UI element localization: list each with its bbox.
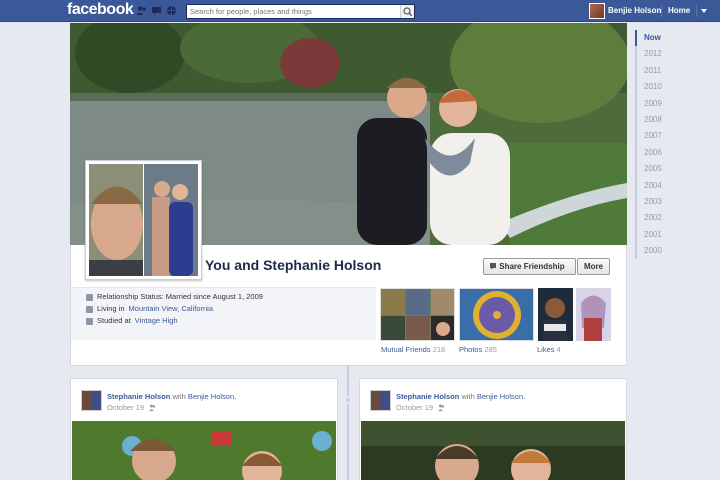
friend-requests-icon[interactable] [136, 5, 147, 16]
relationship-status: Relationship Status: Married since Augus… [97, 292, 263, 301]
timeline-year-nav: Now 2012 2011 2010 2009 2008 2007 2006 2… [635, 30, 675, 260]
profile-tiles [380, 288, 611, 341]
post-photo[interactable] [361, 421, 625, 480]
post-author-avatar[interactable] [370, 390, 391, 411]
post-author-link[interactable]: Stephanie Holson [396, 392, 459, 401]
notification-jewels [136, 5, 177, 16]
relationship-row: Relationship Status: Married since Augus… [86, 291, 376, 303]
post-header: Stephanie Holson with Benjie Holson. [396, 392, 525, 401]
year-item[interactable]: 2010 [637, 79, 675, 95]
profile-picture-left [89, 164, 143, 276]
home-link[interactable]: Home [668, 6, 690, 15]
year-item[interactable]: 2007 [637, 128, 675, 144]
likes-count: 4 [556, 345, 561, 354]
photos-label-row: Photos 285 [459, 345, 497, 354]
photos-tile[interactable] [459, 288, 534, 341]
account-menu-chevron-icon[interactable] [701, 9, 707, 13]
year-item[interactable]: 2002 [637, 210, 675, 226]
audience-friends-icon[interactable] [149, 404, 156, 411]
like-thumb-2 [575, 288, 612, 341]
year-item[interactable]: 2003 [637, 194, 675, 210]
post-with-text: with [461, 392, 475, 401]
facebook-logo[interactable]: facebook [67, 1, 134, 19]
mutual-friends-tile[interactable] [380, 288, 455, 341]
post-header: Stephanie Holson with Benjie Holson. [107, 392, 236, 401]
photos-link[interactable]: Photos [459, 345, 482, 354]
timeline-dot [344, 396, 352, 404]
search-box [186, 4, 415, 19]
divider [696, 5, 697, 17]
house-icon [86, 305, 93, 313]
living-prefix: Living in [97, 304, 125, 313]
studied-prefix: Studied at [97, 316, 131, 325]
likes-link[interactable]: Likes [537, 345, 555, 354]
user-name-link[interactable]: Benjie Holson [608, 6, 661, 15]
post-with-text: with [172, 392, 186, 401]
timeline-post: Stephanie Holson with Benjie Holson. Oct… [359, 378, 627, 480]
post-tagged-link[interactable]: Benjie Holson. [477, 392, 525, 401]
share-icon [490, 263, 496, 270]
mutual-friends-label-row: Mutual Friends 218 [381, 345, 445, 354]
page-title: You and Stephanie Holson [205, 257, 382, 273]
timeline-post: Stephanie Holson with Benjie Holson. Oct… [70, 378, 338, 480]
divider [661, 5, 662, 17]
year-item[interactable]: 2008 [637, 112, 675, 128]
audience-friends-icon[interactable] [438, 404, 445, 411]
top-bar: facebook Benjie Holson Home [0, 0, 720, 22]
year-item[interactable]: 2009 [637, 96, 675, 112]
graduation-cap-icon [86, 317, 93, 325]
year-item[interactable]: 2000 [637, 243, 675, 259]
mutual-friends-link[interactable]: Mutual Friends [381, 345, 431, 354]
post-tagged-link[interactable]: Benjie Holson. [188, 392, 236, 401]
timeline-spine [347, 366, 349, 480]
messages-icon[interactable] [151, 5, 162, 16]
year-item[interactable]: 2011 [637, 63, 675, 79]
post-date-row: October 19 [396, 403, 445, 412]
search-input[interactable] [187, 5, 399, 18]
photos-count: 285 [484, 345, 497, 354]
search-button[interactable] [400, 5, 414, 18]
post-author-avatar[interactable] [81, 390, 102, 411]
about-section: Relationship Status: Married since Augus… [71, 287, 376, 340]
likes-tile[interactable] [538, 288, 611, 341]
post-date[interactable]: October 19 [396, 403, 433, 412]
share-friendship-button[interactable]: Share Friendship [483, 258, 576, 275]
year-item-now[interactable]: Now [635, 30, 675, 47]
post-photo[interactable] [72, 421, 336, 480]
year-item[interactable]: 2012 [637, 46, 675, 62]
year-item[interactable]: 2004 [637, 178, 675, 194]
location-link[interactable]: Mountain View, California [129, 303, 214, 315]
more-button[interactable]: More [577, 258, 610, 275]
year-item[interactable]: 2006 [637, 145, 675, 161]
share-friendship-label: Share Friendship [499, 262, 565, 271]
like-thumb-1 [538, 288, 574, 341]
heart-icon [86, 293, 93, 301]
notifications-globe-icon[interactable] [166, 5, 177, 16]
year-item[interactable]: 2005 [637, 161, 675, 177]
post-author-link[interactable]: Stephanie Holson [107, 392, 170, 401]
mutual-friends-count: 218 [432, 345, 446, 354]
search-icon [403, 7, 413, 17]
user-avatar[interactable] [589, 3, 605, 19]
post-date-row: October 19 [107, 403, 156, 412]
living-row: Living in Mountain View, California [86, 303, 376, 315]
profile-picture-right [144, 164, 198, 276]
post-date[interactable]: October 19 [107, 403, 144, 412]
studied-row: Studied at Vintage High [86, 315, 376, 327]
likes-label-row: Likes 4 [537, 345, 561, 354]
year-item[interactable]: 2001 [637, 227, 675, 243]
school-link[interactable]: Vintage High [135, 315, 178, 327]
profile-picture[interactable] [85, 160, 202, 280]
